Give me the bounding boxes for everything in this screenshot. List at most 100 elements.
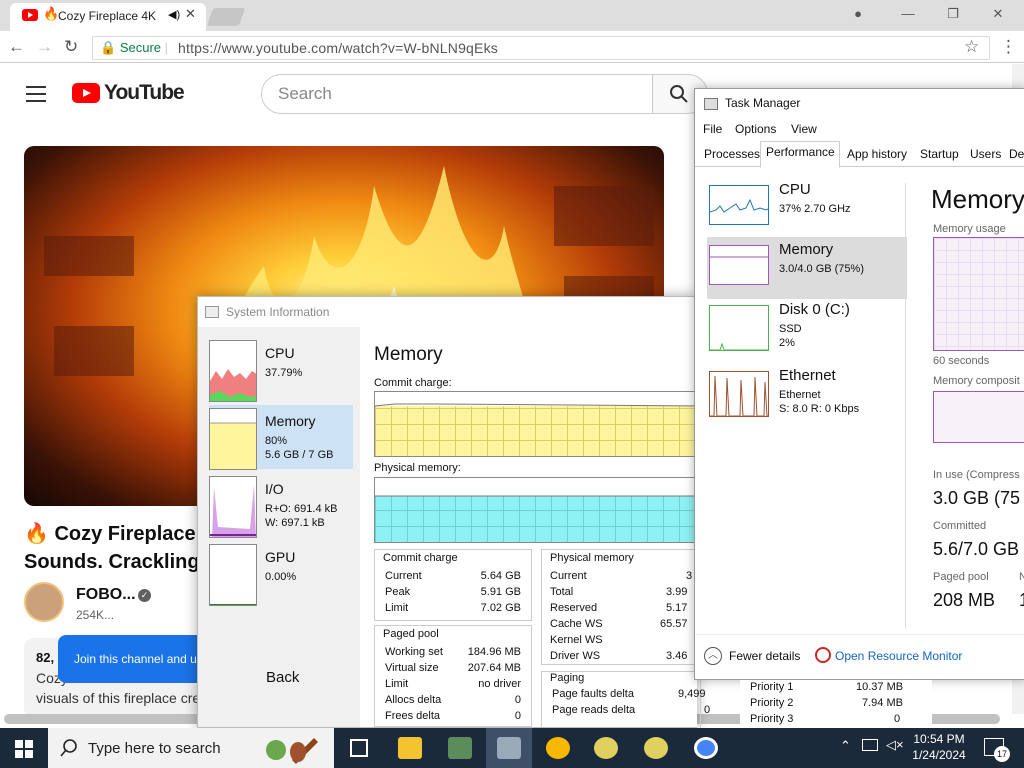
fire-emoji-icon: 🔥 [43, 6, 60, 21]
memory-graph [209, 408, 257, 470]
restore-icon[interactable]: ❐ [938, 5, 968, 23]
memory-name: Memory [779, 241, 834, 258]
chrome-canary-icon[interactable] [546, 737, 570, 759]
menu-options[interactable]: Options [735, 122, 776, 136]
bookmark-star-icon[interactable]: ☆ [964, 37, 979, 57]
subscriber-count: 254K... [76, 608, 115, 622]
menu-file[interactable]: File [703, 122, 722, 136]
browser-menu-icon[interactable]: ⋮ [1000, 37, 1017, 57]
paged-vs-value: 207.64 MB [467, 662, 521, 674]
io-read: R+O: 691.4 kB [265, 503, 338, 515]
profile-icon[interactable]: ● [843, 5, 873, 23]
video-title-line1: 🔥 Cozy Fireplace 4 [24, 523, 213, 545]
tab-processes[interactable]: Processes [704, 147, 760, 161]
phys-total-label: Total [550, 586, 574, 598]
start-button[interactable] [0, 728, 48, 768]
channel-avatar[interactable] [24, 582, 64, 622]
priority-3-label: Priority 3 [750, 713, 794, 725]
resource-cpu[interactable]: CPU 37% 2.70 GHz [707, 177, 907, 239]
url-text[interactable]: https://www.youtube.com/watch?v=W-bNLN9q… [178, 38, 498, 58]
tab-startup[interactable]: Startup [920, 147, 959, 161]
cpu-label: CPU [265, 345, 295, 361]
commit-charge-box: Commit charge Current 5.64 GB Peak 5.91 … [374, 549, 532, 621]
tab-details[interactable]: Det [1009, 147, 1024, 161]
app-icon-2[interactable] [448, 737, 472, 759]
task-manager-icon [704, 98, 718, 110]
file-explorer-icon[interactable] [398, 737, 422, 759]
phys-cache-label: Cache WS [550, 618, 603, 630]
join-channel-tooltip[interactable]: Join this channel and u [58, 635, 208, 683]
memory-percent: 80% [265, 435, 288, 447]
back-arrow-icon[interactable]: ← [8, 37, 25, 57]
taskbar-clock[interactable]: 10:54 PM 1/24/2024 [904, 731, 974, 763]
io-label: I/O [265, 481, 284, 497]
notification-count-badge: 17 [994, 746, 1010, 762]
system-information-window: System Information CPU 37.79% Memory 80%… [197, 296, 710, 745]
chevron-up-icon[interactable]: ︿ [704, 647, 722, 665]
resource-memory[interactable]: Memory 3.0/4.0 GB (75%) [707, 237, 907, 299]
paged-limit-value: no driver [478, 678, 521, 690]
channel-name[interactable]: FOBO... [76, 586, 136, 604]
search-icon [60, 739, 77, 757]
secure-indicator[interactable]: 🔒 Secure | [100, 38, 168, 58]
disk-type: SSD [779, 323, 802, 335]
bee-app-icon-2[interactable] [644, 737, 668, 759]
task-view-icon[interactable] [350, 739, 368, 757]
youtube-logo-icon[interactable] [72, 83, 100, 103]
fewer-details-button[interactable]: Fewer details [729, 649, 800, 663]
tab-users[interactable]: Users [970, 147, 1001, 161]
task-manager-title: Task Manager [725, 96, 801, 110]
io-write: W: 697.1 kB [265, 517, 325, 529]
video-title-line2: Sounds. Crackling F [24, 551, 218, 573]
io-graph [209, 476, 257, 538]
resource-ethernet[interactable]: Ethernet Ethernet S: 8.0 R: 0 Kbps [707, 363, 907, 425]
chevron-up-icon[interactable]: ⌃ [840, 738, 851, 754]
chrome-icon[interactable] [694, 737, 718, 759]
cpu-usage: 37% 2.70 GHz [779, 203, 851, 215]
taskbar-search-text[interactable]: Type here to search [88, 740, 221, 757]
system-info-title: System Information [226, 305, 330, 319]
resource-disk[interactable]: Disk 0 (C:) SSD 2% [707, 297, 907, 359]
paged-pool-label: Paged pool [933, 571, 989, 583]
youtube-logo-text[interactable]: YouTube [104, 81, 185, 105]
hamburger-menu-icon[interactable] [26, 86, 46, 102]
open-resource-monitor-link[interactable]: Open Resource Monitor [835, 649, 962, 663]
search-icon [670, 85, 688, 103]
system-info-main: Memory Commit charge: Physical memory: C… [361, 327, 710, 745]
video-title: 🔥 Cozy Fireplace 4 Sounds. Crackling F [24, 520, 217, 576]
task-manager-taskbar-icon[interactable] [497, 737, 521, 759]
clock-time: 10:54 PM [913, 732, 965, 746]
menu-view[interactable]: View [791, 122, 817, 136]
search-input[interactable]: Search [261, 74, 653, 114]
phys-driver-label: Driver WS [550, 650, 601, 662]
reload-icon[interactable]: ↻ [64, 37, 78, 57]
network-icon[interactable] [862, 739, 878, 751]
speaker-icon[interactable]: ◀) [168, 9, 180, 21]
sidebar-item-io[interactable]: I/O R+O: 691.4 kB W: 697.1 kB [209, 473, 353, 539]
new-tab-button[interactable] [206, 8, 246, 26]
sidebar-item-memory[interactable]: Memory 80% 5.6 GB / 7 GB [209, 405, 353, 471]
back-button[interactable]: Back [266, 669, 299, 686]
memory-amount: 5.6 GB / 7 GB [265, 449, 334, 461]
gpu-label: GPU [265, 549, 296, 565]
close-window-icon[interactable]: ✕ [983, 5, 1013, 23]
sidebar-item-cpu[interactable]: CPU 37.79% [209, 337, 353, 403]
priority-2-value: 7.94 MB [862, 697, 903, 709]
lock-icon: 🔒 [100, 40, 117, 55]
close-tab-icon[interactable]: ✕ [185, 7, 196, 21]
forward-arrow-icon[interactable]: → [36, 37, 53, 57]
paging-reads-value: 0 [704, 704, 711, 716]
committed-label: Committed [933, 520, 987, 532]
phys-current-label: Current [550, 570, 587, 582]
minimize-icon[interactable]: — [893, 5, 923, 23]
nonpaged-pool-label: N [1019, 571, 1024, 583]
phys-current-value: 3 [686, 570, 693, 582]
bee-app-icon[interactable] [594, 737, 618, 759]
priority-1-label: Priority 1 [750, 681, 794, 693]
tab-app-history[interactable]: App history [847, 147, 907, 161]
sidebar-item-gpu[interactable]: GPU 0.00% [209, 541, 353, 607]
volume-muted-icon[interactable]: ◁× [886, 737, 904, 753]
tab-performance[interactable]: Performance [766, 145, 835, 159]
gpu-value: 0.00% [265, 571, 297, 583]
paging-faults-value: 9,499 [678, 688, 706, 700]
